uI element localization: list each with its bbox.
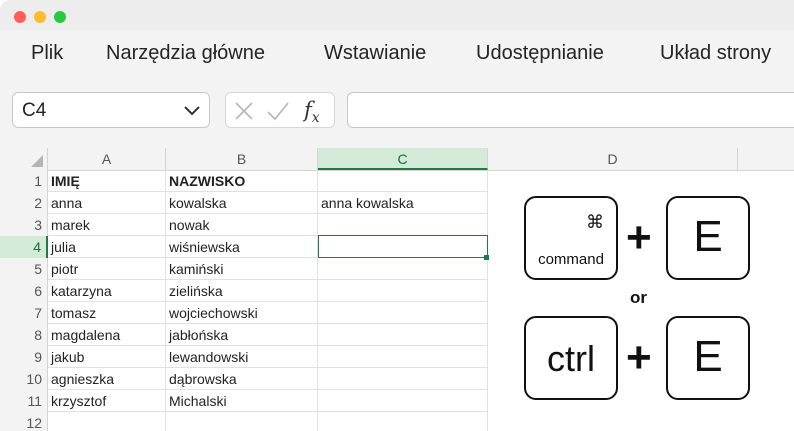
- insert-function-icon[interactable]: fx: [304, 98, 320, 126]
- title-bar: [0, 0, 794, 30]
- column-header-d[interactable]: D: [488, 148, 738, 170]
- zoom-icon[interactable]: [54, 11, 66, 23]
- cell-c[interactable]: [318, 214, 321, 236]
- row-header[interactable]: 1: [0, 170, 48, 192]
- ctrl-key: ctrl: [524, 316, 618, 400]
- fx-letter: f: [304, 98, 312, 122]
- row-gridline: [48, 213, 488, 214]
- cell-a[interactable]: katarzyna: [48, 280, 112, 302]
- tab-wstawianie[interactable]: Wstawianie: [324, 42, 426, 65]
- row-header[interactable]: 5: [0, 258, 48, 280]
- minimize-icon[interactable]: [34, 11, 46, 23]
- cell-c[interactable]: [318, 390, 321, 412]
- select-all-icon: [31, 155, 43, 167]
- tab-udostepnianie[interactable]: Udostępnianie: [476, 42, 604, 65]
- column-header-b[interactable]: B: [166, 148, 318, 170]
- cell-a[interactable]: magdalena: [48, 324, 120, 346]
- cell-b[interactable]: wiśniewska: [166, 236, 240, 258]
- row-header[interactable]: 12: [0, 412, 48, 431]
- cell-a[interactable]: marek: [48, 214, 90, 236]
- column-gridline: [317, 170, 318, 431]
- ctrl-key-label: ctrl: [547, 338, 595, 379]
- cell-c[interactable]: [318, 368, 321, 390]
- cell-a[interactable]: jakub: [48, 346, 84, 368]
- cell-b[interactable]: wojciechowski: [166, 302, 258, 324]
- column-header-row: A B C D: [0, 148, 794, 171]
- cell-c[interactable]: [318, 302, 321, 324]
- cell-a[interactable]: IMIĘ: [48, 170, 80, 192]
- cell-a[interactable]: krzysztof: [48, 390, 106, 412]
- formula-controls: fx: [225, 92, 335, 128]
- cell-c[interactable]: [318, 346, 321, 368]
- cancel-icon[interactable]: [234, 101, 254, 121]
- excel-window: Plik Narzędzia główne Wstawianie Udostęp…: [0, 0, 794, 431]
- cell-a[interactable]: tomasz: [48, 302, 96, 324]
- name-box-value: C4: [22, 100, 47, 121]
- tab-plik[interactable]: Plik: [31, 42, 63, 65]
- cell-a[interactable]: anna: [48, 192, 82, 214]
- fx-subscript: x: [311, 110, 320, 127]
- shortcut-illustration: ⌘ command + E or ctrl + E: [524, 196, 750, 406]
- cell-b[interactable]: jabłońska: [166, 324, 228, 346]
- row-header[interactable]: 3: [0, 214, 48, 236]
- row-header[interactable]: 4: [0, 236, 48, 258]
- close-icon[interactable]: [14, 11, 26, 23]
- active-cell-c4[interactable]: [318, 235, 488, 258]
- command-symbol-icon: ⌘: [586, 212, 604, 233]
- cell-a[interactable]: julia: [48, 236, 76, 258]
- cell-b[interactable]: nowak: [166, 214, 209, 236]
- column-gridline: [487, 170, 488, 431]
- row-gridline: [48, 279, 488, 280]
- tab-narzedzia-glowne[interactable]: Narzędzia główne: [106, 42, 265, 65]
- cell-c[interactable]: [318, 170, 321, 192]
- column-header-a[interactable]: A: [48, 148, 166, 170]
- row-header[interactable]: 11: [0, 390, 48, 412]
- row-header[interactable]: 8: [0, 324, 48, 346]
- chevron-down-icon[interactable]: [183, 103, 201, 119]
- cell-c[interactable]: [318, 280, 321, 302]
- cell-c[interactable]: anna kowalska: [318, 192, 414, 214]
- row-header[interactable]: 2: [0, 192, 48, 214]
- cell-b[interactable]: Michalski: [166, 390, 227, 412]
- ribbon-menu: Plik Narzędzia główne Wstawianie Udostęp…: [0, 30, 794, 80]
- cell-a[interactable]: agnieszka: [48, 368, 114, 390]
- cell-a[interactable]: piotr: [48, 258, 78, 280]
- select-all-corner[interactable]: [0, 148, 48, 170]
- command-key-label: command: [538, 251, 604, 268]
- e-key-bottom-label: E: [693, 332, 723, 381]
- checkmark-icon[interactable]: [266, 101, 290, 121]
- row-gridline: [48, 301, 488, 302]
- row-gridline: [48, 411, 488, 412]
- cell-c[interactable]: [318, 258, 321, 280]
- spreadsheet-grid: A B C D 1 IMIĘ NAZWISKO 2 anna kowalska anna k…: [0, 148, 794, 431]
- row-gridline: [48, 191, 488, 192]
- plus-sign-bottom: +: [626, 333, 652, 382]
- cell-c[interactable]: [318, 324, 321, 346]
- formula-input[interactable]: [347, 92, 794, 128]
- e-key-bottom: E: [666, 316, 750, 400]
- cell-b[interactable]: dąbrowska: [166, 368, 237, 390]
- cell-b[interactable]: zielińska: [166, 280, 223, 302]
- row-header[interactable]: 10: [0, 368, 48, 390]
- cell-b[interactable]: lewandowski: [166, 346, 248, 368]
- command-key: ⌘ command: [524, 196, 618, 280]
- cell-b[interactable]: kamiński: [166, 258, 223, 280]
- cell-b[interactable]: NAZWISKO: [166, 170, 245, 192]
- row-header[interactable]: 7: [0, 302, 48, 324]
- tab-uklad-strony[interactable]: Układ strony: [660, 42, 771, 65]
- formula-bar: C4 fx: [0, 80, 794, 144]
- column-gridline: [165, 170, 166, 431]
- e-key-top-label: E: [693, 212, 723, 261]
- column-header-c[interactable]: C: [318, 148, 488, 170]
- row-header[interactable]: 6: [0, 280, 48, 302]
- e-key-top: E: [666, 196, 750, 280]
- column-header-e[interactable]: [738, 148, 794, 170]
- name-box[interactable]: C4: [12, 92, 210, 128]
- plus-sign-top: +: [626, 213, 652, 262]
- or-label: or: [630, 288, 647, 307]
- cell-b[interactable]: kowalska: [166, 192, 227, 214]
- fill-handle[interactable]: [484, 255, 489, 260]
- row-header[interactable]: 9: [0, 346, 48, 368]
